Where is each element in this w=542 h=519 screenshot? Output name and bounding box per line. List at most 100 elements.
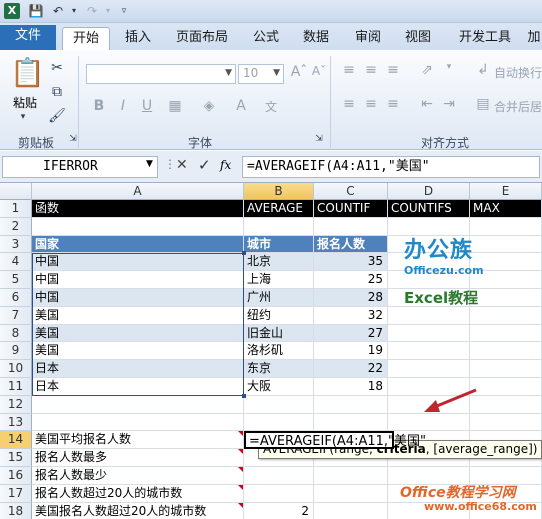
- tab-addins[interactable]: 加: [526, 27, 542, 50]
- bold-icon[interactable]: B: [90, 98, 108, 114]
- cell[interactable]: [32, 395, 244, 414]
- table-cell[interactable]: 中国: [32, 271, 244, 289]
- label-cell[interactable]: 美国平均报名人数: [32, 431, 244, 450]
- cell[interactable]: [244, 413, 314, 432]
- select-all-corner[interactable]: [0, 183, 32, 200]
- row-header[interactable]: 15: [0, 449, 32, 467]
- cell[interactable]: [388, 306, 470, 325]
- italic-icon[interactable]: I: [114, 98, 132, 114]
- table-cell[interactable]: 旧金山: [244, 324, 314, 343]
- tab-insert[interactable]: 插入: [118, 27, 158, 50]
- cell[interactable]: [244, 395, 314, 414]
- table-cell[interactable]: 27: [314, 324, 388, 343]
- insert-function-icon[interactable]: fx: [220, 158, 231, 172]
- borders-icon[interactable]: ▦: [166, 98, 184, 114]
- cell[interactable]: [388, 413, 470, 432]
- row-header[interactable]: 9: [0, 342, 32, 361]
- column-header-b[interactable]: B: [244, 183, 314, 200]
- undo-icon[interactable]: ↶: [50, 3, 66, 19]
- row-header[interactable]: 18: [0, 502, 32, 519]
- table-cell[interactable]: 上海: [244, 271, 314, 289]
- paste-icon[interactable]: 📋: [10, 56, 45, 89]
- table-cell[interactable]: 28: [314, 289, 388, 307]
- row-header[interactable]: 16: [0, 467, 32, 485]
- row-header[interactable]: 7: [0, 306, 32, 325]
- decrease-font-icon[interactable]: Aˇ: [310, 64, 328, 78]
- table-cell[interactable]: 广州: [244, 289, 314, 307]
- table-cell[interactable]: 美国: [32, 306, 244, 325]
- row-header[interactable]: 10: [0, 360, 32, 378]
- table-cell[interactable]: 25: [314, 271, 388, 289]
- cell[interactable]: [314, 395, 388, 414]
- row-header[interactable]: 6: [0, 289, 32, 307]
- cell[interactable]: [470, 413, 542, 432]
- row-header[interactable]: 1: [0, 200, 32, 218]
- cell[interactable]: [388, 342, 470, 361]
- font-name-combo[interactable]: ▼: [86, 64, 236, 84]
- row-header[interactable]: 11: [0, 378, 32, 396]
- excel-app-icon[interactable]: X: [4, 3, 20, 19]
- function-header-cell[interactable]: MAX: [470, 200, 542, 218]
- copy-icon[interactable]: ⧉: [48, 84, 66, 100]
- row-header[interactable]: 13: [0, 413, 32, 432]
- column-header-c[interactable]: C: [314, 183, 388, 200]
- format-painter-icon[interactable]: 🖌: [48, 108, 66, 124]
- tab-view[interactable]: 视图: [398, 27, 438, 50]
- function-header-cell[interactable]: COUNTIFS: [388, 200, 470, 218]
- merge-center-icon[interactable]: ▤: [474, 96, 492, 112]
- align-top-icon[interactable]: ≡: [340, 62, 358, 78]
- formula-input[interactable]: =AVERAGEIF(A4:A11,"美国": [242, 156, 540, 178]
- font-launcher-icon[interactable]: ⇲: [310, 134, 328, 144]
- tab-review[interactable]: 审阅: [348, 27, 388, 50]
- cancel-icon[interactable]: ✕: [176, 157, 188, 173]
- align-right-icon[interactable]: ≡: [384, 96, 402, 112]
- function-header-cell[interactable]: AVERAGE: [244, 200, 314, 218]
- align-left-icon[interactable]: ≡: [340, 96, 358, 112]
- undo-dropdown-icon[interactable]: ▾: [66, 3, 82, 19]
- table-cell[interactable]: 35: [314, 253, 388, 272]
- table-header-cell[interactable]: 报名人数: [314, 235, 388, 254]
- decrease-indent-icon[interactable]: ⇤: [418, 96, 436, 112]
- tab-developer[interactable]: 开发工具: [450, 27, 520, 50]
- column-header-a[interactable]: A: [32, 183, 244, 200]
- tab-page-layout[interactable]: 页面布局: [170, 27, 234, 50]
- cell[interactable]: [470, 378, 542, 396]
- cell[interactable]: [470, 342, 542, 361]
- name-box-dropdown-icon[interactable]: ▼: [146, 159, 153, 169]
- table-cell[interactable]: 日本: [32, 378, 244, 396]
- cell[interactable]: [244, 467, 314, 485]
- clipboard-launcher-icon[interactable]: ⇲: [64, 134, 82, 144]
- cell[interactable]: [32, 413, 244, 432]
- row-header[interactable]: 17: [0, 484, 32, 503]
- font-size-combo[interactable]: 10 ▼: [238, 64, 284, 84]
- chevron-down-icon[interactable]: ▾: [440, 62, 458, 72]
- table-cell[interactable]: 北京: [244, 253, 314, 272]
- wrap-text-label[interactable]: 自动换行: [494, 64, 542, 81]
- table-cell[interactable]: 美国: [32, 324, 244, 343]
- label-cell[interactable]: 美国报名人数超过20人的城市数: [32, 502, 244, 519]
- table-cell[interactable]: 洛杉矶: [244, 342, 314, 361]
- paste-dropdown-icon[interactable]: ▾: [14, 112, 32, 122]
- cell[interactable]: [470, 395, 542, 414]
- row-header[interactable]: 2: [0, 217, 32, 236]
- editing-cell[interactable]: =AVERAGEIF(A4:A11,"美国": [244, 431, 426, 449]
- cell[interactable]: [470, 360, 542, 378]
- column-header-e[interactable]: E: [470, 183, 542, 200]
- table-cell[interactable]: 18: [314, 378, 388, 396]
- table-header-cell[interactable]: 国家: [32, 235, 244, 254]
- row-header[interactable]: 12: [0, 395, 32, 414]
- fill-color-icon[interactable]: ◈: [200, 98, 218, 114]
- column-header-d[interactable]: D: [388, 183, 470, 200]
- table-cell[interactable]: 22: [314, 360, 388, 378]
- tab-data[interactable]: 数据: [296, 27, 336, 50]
- cell[interactable]: [314, 484, 388, 503]
- function-header-cell[interactable]: 函数: [32, 200, 244, 218]
- range-handle[interactable]: [242, 251, 246, 256]
- tab-file[interactable]: 文件: [0, 25, 56, 50]
- cell[interactable]: [244, 217, 314, 236]
- label-cell[interactable]: 报名人数最多: [32, 449, 244, 467]
- phonetic-icon[interactable]: 文: [262, 98, 280, 115]
- cell[interactable]: [314, 502, 388, 519]
- table-cell[interactable]: 中国: [32, 253, 244, 272]
- cell[interactable]: [388, 324, 470, 343]
